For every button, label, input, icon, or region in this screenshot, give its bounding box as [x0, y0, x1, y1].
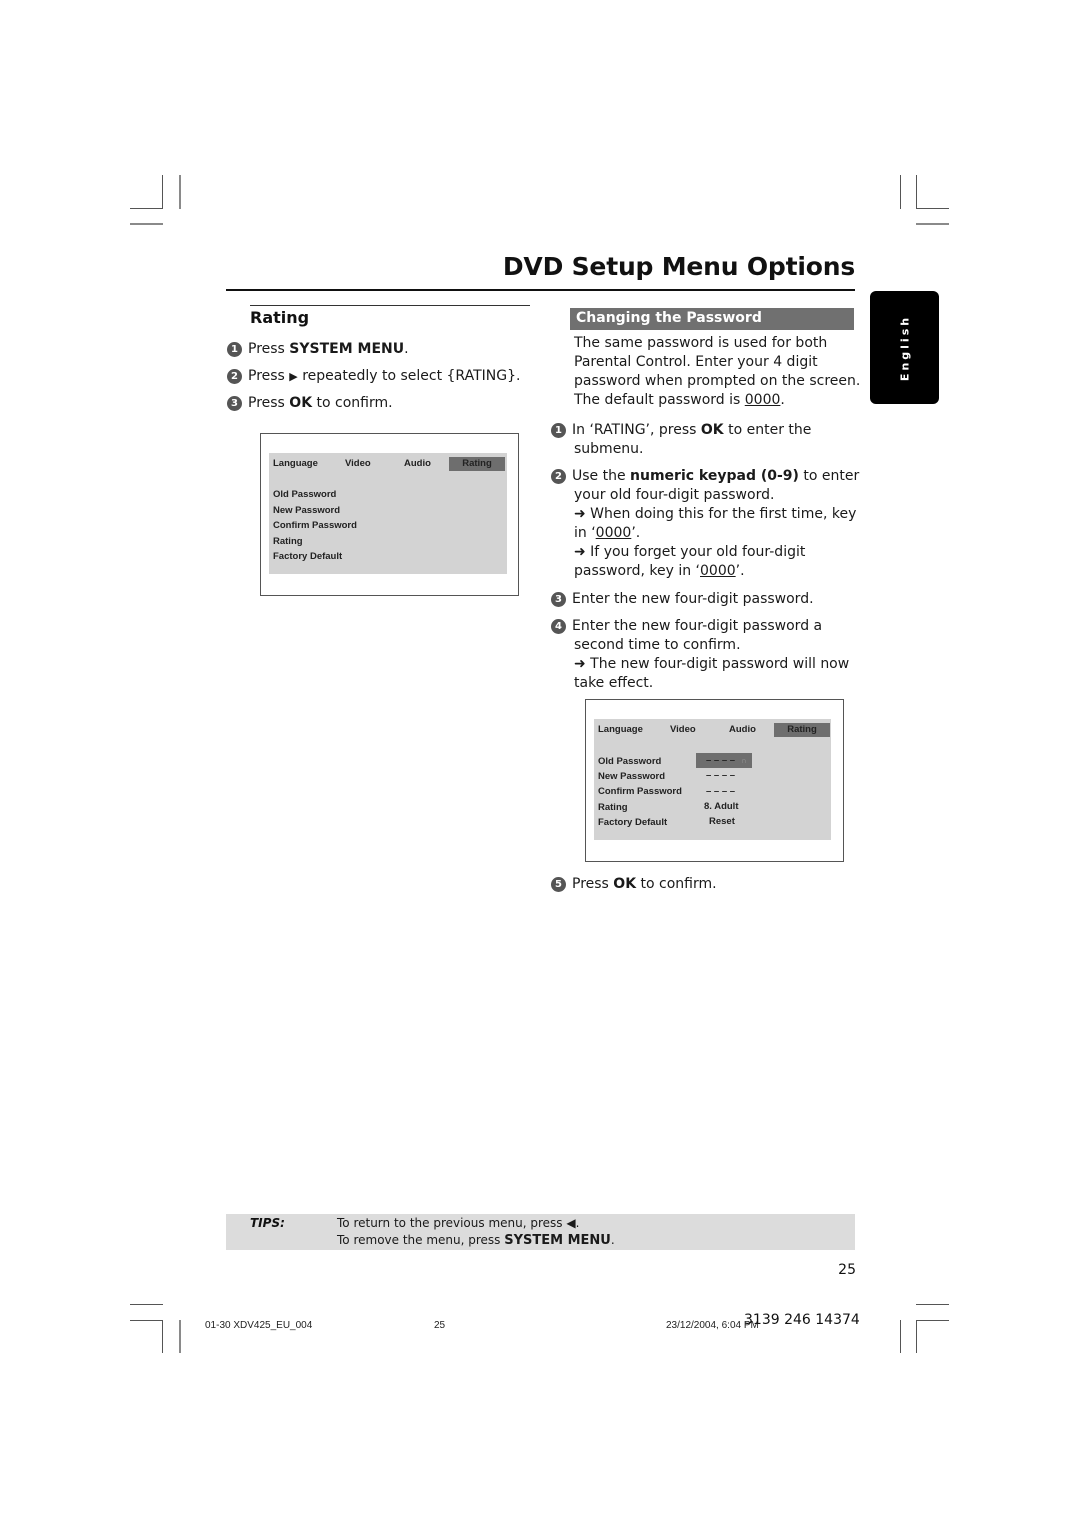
osd-value-new-password: – – – –: [706, 770, 736, 781]
crop-mark: [916, 223, 949, 225]
osd-item-new-password: New Password: [273, 505, 341, 516]
crop-mark: [916, 1320, 949, 1321]
language-tab: English: [870, 291, 939, 404]
osd-menu-panel: Language Video Audio Rating Old Password…: [594, 719, 831, 840]
osd-item-confirm-password: Confirm Password: [273, 520, 357, 531]
osd-value-confirm-password: – – – –: [706, 786, 736, 797]
title-divider: [226, 289, 855, 291]
osd-item-confirm-password: Confirm Password: [598, 786, 682, 797]
step-number-icon: 3: [227, 396, 242, 411]
osd-item-new-password: New Password: [598, 771, 666, 782]
intro-paragraph: The same password is used for both Paren…: [574, 335, 861, 408]
crop-mark: [130, 208, 163, 209]
password-step-3: 3 Enter the new four-digit password.: [551, 590, 814, 609]
step-number-icon: 2: [551, 469, 566, 484]
page-title: DVD Setup Menu Options: [502, 252, 855, 281]
footer-page: 25: [434, 1320, 446, 1331]
osd-value-factory-default: Reset: [709, 816, 735, 827]
crop-mark: [130, 1304, 163, 1305]
osd-tab-rating: Rating: [774, 723, 830, 737]
osd-menu-panel: Language Video Audio Rating Old Password…: [269, 453, 507, 574]
note-first-time: ➜ When doing this for the first time, ke…: [574, 506, 857, 522]
page-number: 25: [838, 1262, 856, 1278]
rating-step-1: 1 Press SYSTEM MENU.: [227, 340, 409, 359]
crop-mark: [130, 1320, 163, 1321]
step-number-icon: 1: [551, 423, 566, 438]
right-arrow-icon: ▶: [289, 370, 298, 383]
crop-mark: [916, 1304, 949, 1305]
osd-item-factory-default: Factory Default: [598, 817, 668, 828]
step-number-icon: 3: [551, 592, 566, 607]
tip-remove-menu: To remove the menu, press SYSTEM MENU.: [337, 1233, 615, 1248]
password-step-1: 1 In ‘RATING’, press OK to enter the subm…: [551, 421, 811, 459]
section-divider: [250, 305, 530, 306]
osd-item-old-password: Old Password: [598, 756, 662, 767]
language-tab-label: English: [898, 314, 911, 381]
lock-icon: ∩: [741, 756, 747, 765]
tips-label: TIPS:: [250, 1216, 285, 1230]
crop-mark: [179, 1320, 181, 1353]
default-password: 0000: [744, 392, 781, 408]
osd-tab-audio: Audio: [404, 458, 431, 469]
osd-item-rating: Rating: [273, 536, 303, 547]
crop-mark: [162, 175, 163, 209]
osd-value-old-password: – – – –: [706, 755, 736, 766]
crop-mark: [916, 1320, 917, 1353]
step-number-icon: 1: [227, 342, 242, 357]
osd-tab-rating: Rating: [449, 457, 505, 471]
footer-file-name: 01-30 XDV425_EU_004: [205, 1320, 313, 1331]
crop-mark: [179, 175, 181, 209]
osd-value-rating: 8. Adult: [704, 801, 739, 812]
section-heading-changing-password: Changing the Password: [570, 308, 854, 330]
osd-screenshot-rating: Language Video Audio Rating Old Password…: [260, 433, 519, 596]
password-step-4: 4 Enter the new four-digit password a sec…: [551, 617, 849, 693]
osd-tab-video: Video: [670, 724, 696, 735]
osd-item-rating: Rating: [598, 802, 628, 813]
crop-mark: [916, 208, 949, 209]
rating-step-2: 2 Press ▶ repeatedly to select {RATING}.: [227, 367, 520, 386]
password-step-2: 2 Use the numeric keypad (0-9) to enter y…: [551, 467, 859, 581]
document-code: 3139 246 14374: [744, 1312, 860, 1328]
osd-tab-language: Language: [273, 458, 318, 469]
crop-mark: [900, 1320, 901, 1353]
step-number-icon: 5: [551, 877, 566, 892]
password-step-5: 5 Press OK to confirm.: [551, 875, 717, 894]
osd-tab-language: Language: [598, 724, 643, 735]
osd-screenshot-password: Language Video Audio Rating Old Password…: [585, 699, 844, 862]
osd-tab-video: Video: [345, 458, 371, 469]
crop-mark: [916, 175, 917, 209]
section-heading-rating: Rating: [250, 308, 310, 327]
note-takes-effect: ➜ The new four-digit password will now: [574, 656, 850, 672]
rating-step-3: 3 Press OK to confirm.: [227, 394, 393, 413]
osd-item-factory-default: Factory Default: [273, 551, 343, 562]
crop-mark: [130, 223, 163, 225]
step-number-icon: 4: [551, 619, 566, 634]
tip-previous-menu: To return to the previous menu, press ◀.: [337, 1216, 580, 1230]
osd-tab-audio: Audio: [729, 724, 756, 735]
crop-mark: [900, 175, 901, 209]
note-forgot-password: ➜ If you forget your old four-digit: [574, 544, 806, 560]
step-number-icon: 2: [227, 369, 242, 384]
crop-mark: [162, 1320, 163, 1353]
osd-item-old-password: Old Password: [273, 489, 337, 500]
